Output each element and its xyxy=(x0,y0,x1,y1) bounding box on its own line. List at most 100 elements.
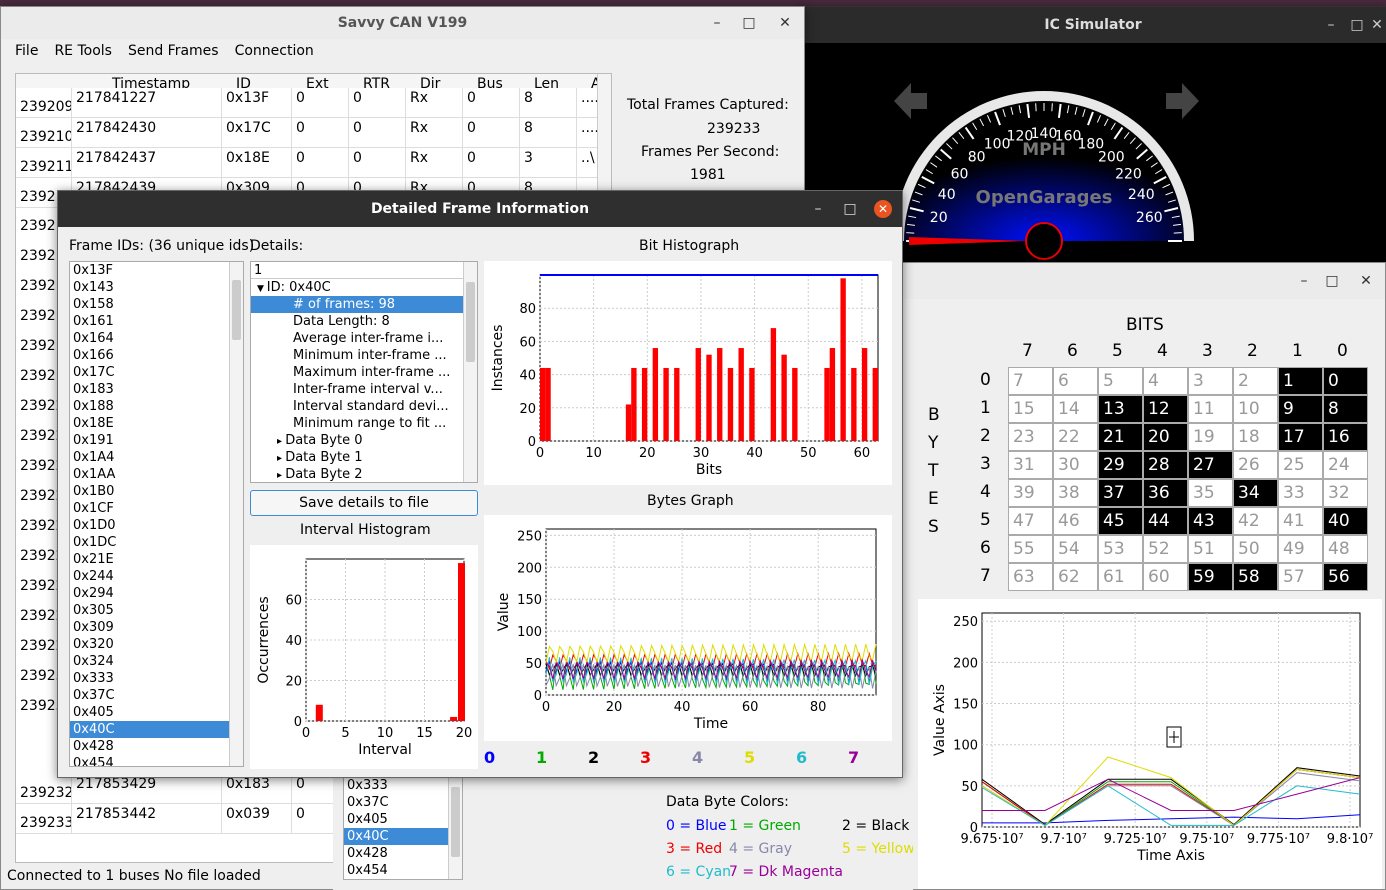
tree-item[interactable]: Minimum inter-frame ... xyxy=(251,347,477,364)
tree-item[interactable]: Data Length: 8 xyxy=(251,313,477,330)
menu-re-tools[interactable]: RE Tools xyxy=(54,43,112,59)
bit-cell[interactable]: 15 xyxy=(1008,395,1053,423)
close-icon[interactable]: ✕ xyxy=(874,200,892,218)
byte-index-5[interactable]: 5 xyxy=(744,748,755,767)
frame-id-item[interactable]: 0x309 xyxy=(70,619,243,636)
bit-cell[interactable]: 29 xyxy=(1098,451,1143,479)
bit-cell[interactable]: 17 xyxy=(1278,423,1323,451)
byte-index-4[interactable]: 4 xyxy=(692,748,703,767)
bit-cell[interactable]: 37 xyxy=(1098,479,1143,507)
bit-cell[interactable]: 54 xyxy=(1053,535,1098,563)
bit-cell[interactable]: 38 xyxy=(1053,479,1098,507)
maximize-icon[interactable]: □ xyxy=(737,7,761,39)
bit-cell[interactable]: 25 xyxy=(1278,451,1323,479)
bit-cell[interactable]: 1 xyxy=(1278,367,1323,395)
mini-id-item[interactable]: 0x428 xyxy=(344,845,462,862)
bit-cell[interactable]: 0 xyxy=(1323,367,1368,395)
frame-id-list[interactable]: 0x13F 0x143 0x158 0x161 0x164 0x166 0x17C 0x183… xyxy=(69,261,244,767)
bit-cell[interactable]: 7 xyxy=(1008,367,1053,395)
bit-cell[interactable]: 52 xyxy=(1143,535,1188,563)
bit-cell[interactable]: 31 xyxy=(1008,451,1053,479)
minimize-icon[interactable]: – xyxy=(1319,7,1343,43)
tree-item[interactable]: Inter-frame interval v... xyxy=(251,381,477,398)
frame-id-item[interactable]: 0x161 xyxy=(70,313,243,330)
frame-id-item[interactable]: 0x158 xyxy=(70,296,243,313)
bit-cell[interactable]: 57 xyxy=(1278,563,1323,591)
frame-id-item[interactable]: 0x21E xyxy=(70,551,243,568)
close-icon[interactable]: ✕ xyxy=(773,7,797,39)
frame-id-item[interactable]: 0x324 xyxy=(70,653,243,670)
bit-cell[interactable]: 2 xyxy=(1233,367,1278,395)
tree-item[interactable]: Average inter-frame i... xyxy=(251,330,477,347)
table-row[interactable]: 239211 217842437 0x18E 0 0 Rx 0 3 ..\ xyxy=(16,148,611,178)
frame-id-item[interactable]: 0x333 xyxy=(70,670,243,687)
bit-cell[interactable]: 42 xyxy=(1233,507,1278,535)
table-row[interactable]: 239233 217853442 0x039 0 xyxy=(16,804,346,834)
mini-id-item[interactable]: 0x333 xyxy=(344,777,462,794)
mini-id-item[interactable]: 0x405 xyxy=(344,811,462,828)
bit-cell[interactable]: 56 xyxy=(1323,563,1368,591)
tree-item[interactable]: # of frames: 98 xyxy=(251,296,477,313)
bit-cell[interactable]: 32 xyxy=(1323,479,1368,507)
frame-id-item[interactable]: 0x183 xyxy=(70,381,243,398)
bit-cell[interactable]: 14 xyxy=(1053,395,1098,423)
minimize-icon[interactable]: – xyxy=(806,191,830,227)
table-row[interactable]: 239232 217853429 0x183 0 xyxy=(16,774,346,804)
frame-id-item[interactable]: 0x1A4 xyxy=(70,449,243,466)
bit-cell[interactable]: 26 xyxy=(1233,451,1278,479)
bit-cell[interactable]: 4 xyxy=(1143,367,1188,395)
byte-index-7[interactable]: 7 xyxy=(848,748,859,767)
frame-id-item[interactable]: 0x428 xyxy=(70,738,243,755)
bit-cell[interactable]: 60 xyxy=(1143,563,1188,591)
bit-cell[interactable]: 62 xyxy=(1053,563,1098,591)
mini-id-item[interactable]: 0x37C xyxy=(344,794,462,811)
mini-id-item[interactable]: 0x40C xyxy=(344,828,462,845)
bit-cell[interactable]: 20 xyxy=(1143,423,1188,451)
details-tree[interactable]: 1 ▼ ID: 0x40C # of frames: 98 Data Length… xyxy=(250,261,478,483)
bit-cell[interactable]: 22 xyxy=(1053,423,1098,451)
bit-cell[interactable]: 63 xyxy=(1008,563,1053,591)
frame-id-item[interactable]: 0x143 xyxy=(70,279,243,296)
bit-cell[interactable]: 44 xyxy=(1143,507,1188,535)
tree-item[interactable]: Minimum range to fit ... xyxy=(251,415,477,432)
bit-cell[interactable]: 30 xyxy=(1053,451,1098,479)
frame-id-item[interactable]: 0x13F xyxy=(70,262,243,279)
bit-cell[interactable]: 19 xyxy=(1188,423,1233,451)
menu-connection[interactable]: Connection xyxy=(235,43,314,59)
bit-cell[interactable]: 43 xyxy=(1188,507,1233,535)
frame-id-item[interactable]: 0x1D0 xyxy=(70,517,243,534)
frame-id-item[interactable]: 0x191 xyxy=(70,432,243,449)
bit-cell[interactable]: 36 xyxy=(1143,479,1188,507)
menu-send-frames[interactable]: Send Frames xyxy=(128,43,219,59)
bit-cell[interactable]: 13 xyxy=(1098,395,1143,423)
bit-cell[interactable]: 27 xyxy=(1188,451,1233,479)
bit-cell[interactable]: 47 xyxy=(1008,507,1053,535)
frame-id-item[interactable]: 0x18E xyxy=(70,415,243,432)
byte-index-0[interactable]: 0 xyxy=(484,748,495,767)
frame-id-item[interactable]: 0x1DC xyxy=(70,534,243,551)
bit-cell[interactable]: 12 xyxy=(1143,395,1188,423)
bit-cell[interactable]: 58 xyxy=(1233,563,1278,591)
frame-id-item[interactable]: 0x17C xyxy=(70,364,243,381)
tree-root[interactable]: ▼ ID: 0x40C xyxy=(251,279,477,296)
maximize-icon[interactable]: □ xyxy=(838,191,862,227)
bit-cell[interactable]: 8 xyxy=(1323,395,1368,423)
bit-cell[interactable]: 41 xyxy=(1278,507,1323,535)
frame-id-item[interactable]: 0x454 xyxy=(70,755,243,766)
bit-cell[interactable]: 35 xyxy=(1188,479,1233,507)
byte-index-2[interactable]: 2 xyxy=(588,748,599,767)
tree-item[interactable]: Interval standard devi... xyxy=(251,398,477,415)
bit-cell[interactable]: 61 xyxy=(1098,563,1143,591)
bit-cell[interactable]: 9 xyxy=(1278,395,1323,423)
bit-cell[interactable]: 51 xyxy=(1188,535,1233,563)
bit-cell[interactable]: 3 xyxy=(1188,367,1233,395)
bit-cell[interactable]: 34 xyxy=(1233,479,1278,507)
bit-cell[interactable]: 39 xyxy=(1008,479,1053,507)
frame-id-item[interactable]: 0x188 xyxy=(70,398,243,415)
frame-id-item[interactable]: 0x320 xyxy=(70,636,243,653)
table-row[interactable]: 239210 217842430 0x17C 0 0 Rx 0 8..... xyxy=(16,118,611,148)
frame-id-item[interactable]: 0x405 xyxy=(70,704,243,721)
bit-cell[interactable]: 5 xyxy=(1098,367,1143,395)
bit-cell[interactable]: 28 xyxy=(1143,451,1188,479)
bit-cell[interactable]: 59 xyxy=(1188,563,1233,591)
